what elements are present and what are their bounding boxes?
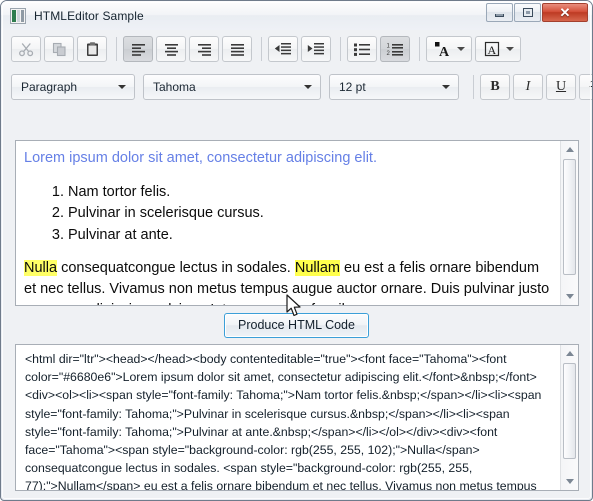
font-color-button[interactable]: A	[426, 36, 472, 62]
font-size-value: 12 pt	[339, 80, 366, 94]
indent-icon	[307, 43, 324, 55]
align-right-icon	[197, 43, 211, 56]
cut-button[interactable]	[11, 36, 41, 62]
editor-scrollbar[interactable]	[560, 141, 578, 305]
chevron-down-icon	[565, 294, 574, 299]
toolbar-separator	[473, 75, 474, 99]
rich-text-editor[interactable]: Lorem ipsum dolor sit amet, consectetur …	[15, 140, 579, 306]
align-justify-button[interactable]	[222, 36, 252, 62]
copy-button[interactable]	[44, 36, 74, 62]
highlight-color-button[interactable]: A	[475, 36, 521, 62]
editor-ordered-list: Nam tortor felis. Pulvinar in scelerisqu…	[24, 182, 552, 246]
font-family-select[interactable]: Tahoma	[143, 74, 321, 100]
font-size-select[interactable]: 12 pt	[329, 74, 459, 100]
numbered-list-button[interactable]: 12	[380, 36, 410, 62]
highlighted-word-nulla: Nulla	[24, 260, 58, 277]
paste-button[interactable]	[77, 36, 107, 62]
align-left-button[interactable]	[123, 36, 153, 62]
window-title: HTMLEditor Sample	[34, 8, 144, 23]
align-center-icon	[164, 43, 178, 56]
editor-heading: Lorem ipsum dolor sit amet, consectetur …	[24, 150, 377, 166]
bullet-list-button[interactable]	[347, 36, 377, 62]
chevron-down-icon	[505, 47, 514, 51]
maximize-icon	[522, 8, 533, 17]
svg-text:A: A	[439, 45, 450, 58]
copy-icon	[52, 42, 66, 56]
html-code-output[interactable]: <html dir="ltr"><head></head><body conte…	[15, 344, 579, 491]
strikethrough-button[interactable]: T	[579, 74, 592, 100]
scrollbar-thumb[interactable]	[563, 363, 576, 459]
list-item: Pulvinar at ante.	[68, 225, 552, 246]
editor-content[interactable]: Lorem ipsum dolor sit amet, consectetur …	[16, 141, 560, 305]
highlight-color-icon: A	[484, 41, 499, 57]
editor-paragraph: Nulla consequatcongue lectus in sodales.…	[24, 258, 552, 305]
html-code-text[interactable]: <html dir="ltr"><head></head><body conte…	[16, 345, 560, 490]
minimize-button[interactable]	[486, 3, 513, 22]
scroll-down-button[interactable]	[561, 473, 578, 490]
toolbar-separator	[340, 37, 341, 61]
highlighted-word-nullam: Nullam	[294, 260, 340, 277]
close-button[interactable]: ✕	[542, 3, 588, 22]
list-item: Pulvinar in scelerisque cursus.	[68, 203, 552, 224]
scrollbar-thumb[interactable]	[563, 159, 576, 275]
code-scrollbar[interactable]	[560, 345, 578, 490]
chevron-up-icon	[565, 351, 574, 356]
svg-text:A: A	[487, 43, 496, 57]
clipboard-icon	[86, 41, 98, 56]
window-controls: ✕	[486, 3, 588, 22]
bold-button[interactable]: B	[480, 74, 510, 100]
chevron-down-icon	[456, 47, 465, 51]
indent-button[interactable]	[301, 36, 331, 62]
produce-html-code-button[interactable]: Produce HTML Code	[224, 312, 369, 338]
title-bar: HTMLEditor Sample ✕	[1, 1, 592, 30]
paragraph-style-select[interactable]: Paragraph	[11, 74, 135, 100]
paragraph-style-value: Paragraph	[21, 80, 78, 94]
align-left-icon	[131, 43, 145, 56]
maximize-button[interactable]	[514, 3, 541, 22]
app-icon	[10, 7, 26, 24]
outdent-icon	[274, 43, 291, 55]
italic-icon: I	[525, 79, 531, 94]
font-color-icon: A	[434, 41, 450, 58]
close-icon: ✕	[559, 5, 571, 20]
italic-button[interactable]: I	[513, 74, 543, 100]
chevron-down-icon	[442, 85, 450, 89]
minimize-icon	[495, 13, 504, 17]
underline-icon: U	[555, 79, 567, 94]
align-center-button[interactable]	[156, 36, 186, 62]
scroll-down-button[interactable]	[561, 288, 578, 305]
toolbar-separator	[116, 37, 117, 61]
scroll-up-button[interactable]	[561, 141, 578, 158]
scissors-icon	[18, 42, 33, 56]
align-justify-icon	[230, 43, 244, 56]
chevron-down-icon	[565, 479, 574, 484]
outdent-button[interactable]	[268, 36, 298, 62]
underline-button[interactable]: U	[546, 74, 576, 100]
formatting-toolbar-row-2: Paragraph Tahoma 12 pt B I U T	[3, 68, 592, 106]
paragraph-text-1: consequatcongue lectus in sodales.	[57, 260, 295, 277]
svg-text:1: 1	[387, 43, 391, 49]
formatting-toolbar-row-1: 12 A A	[3, 30, 590, 68]
font-family-value: Tahoma	[153, 80, 196, 94]
numbered-list-icon: 12	[387, 43, 403, 57]
bold-icon: B	[490, 79, 500, 94]
chevron-up-icon	[565, 147, 574, 152]
client-area: 12 A A Paragraph Tahoma 12 pt B I U Lore…	[3, 30, 592, 498]
align-right-button[interactable]	[189, 36, 219, 62]
chevron-down-icon	[118, 85, 126, 89]
produce-button-row: Produce HTML Code	[3, 310, 590, 340]
svg-text:2: 2	[387, 51, 391, 57]
list-item: Nam tortor felis.	[68, 182, 552, 203]
scroll-up-button[interactable]	[561, 345, 578, 362]
chevron-down-icon	[304, 85, 312, 89]
application-window: HTMLEditor Sample ✕ 1 2 A A Paragraph Ta…	[0, 0, 593, 501]
bullet-list-icon	[354, 43, 370, 56]
toolbar-separator	[261, 37, 262, 61]
toolbar-separator	[419, 37, 420, 61]
